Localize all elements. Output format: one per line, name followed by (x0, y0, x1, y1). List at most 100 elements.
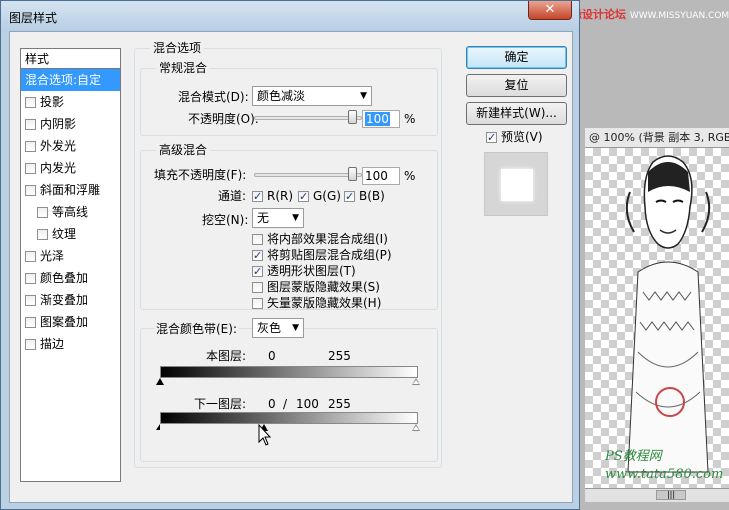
scrollbar-thumb[interactable]: ||| (656, 490, 686, 500)
style-item-label: 颜色叠加 (40, 271, 89, 285)
knockout-value: 无 (257, 211, 270, 225)
style-item-label: 等高线 (52, 205, 89, 219)
style-item-9[interactable]: 颜色叠加 (21, 267, 120, 289)
preview-label: 预览(V) (501, 130, 543, 144)
this-layer-gradient-bar[interactable] (160, 366, 418, 378)
style-item-label: 图案叠加 (40, 315, 89, 329)
checkbox-icon (252, 297, 263, 309)
channel-g-checkbox[interactable]: G(G) (298, 188, 341, 205)
advanced-option-2[interactable]: 透明形状图层(T) (252, 263, 356, 280)
blend-mode-select[interactable]: 颜色减淡 ▼ (252, 86, 372, 106)
style-item-5[interactable]: 斜面和浮雕 (21, 179, 120, 201)
blend-mode-label: 混合模式(D): (178, 90, 249, 104)
style-item-checkbox[interactable] (25, 250, 36, 262)
chevron-down-icon: ▼ (292, 323, 299, 333)
fill-opacity-unit: % (404, 169, 416, 183)
style-item-checkbox[interactable] (37, 228, 48, 240)
advanced-blending-title: 高级混合 (156, 143, 211, 157)
style-item-0[interactable]: 混合选项:自定 (21, 69, 120, 91)
style-item-checkbox[interactable] (25, 338, 36, 350)
watermark-bottom: PS教程网 www.tata580.com (605, 449, 724, 482)
style-item-checkbox[interactable] (25, 96, 36, 108)
style-item-checkbox[interactable] (25, 316, 36, 328)
style-item-checkbox[interactable] (25, 140, 36, 152)
style-item-checkbox[interactable] (25, 118, 36, 130)
advanced-option-0[interactable]: 将内部效果混合成组(I) (252, 231, 388, 247)
opacity-slider-thumb[interactable] (348, 110, 357, 124)
close-icon: ✕ (544, 2, 556, 17)
this-layer-white-slider[interactable] (412, 378, 420, 385)
underlying-separator: / (283, 397, 288, 411)
channel-r-checkbox[interactable]: R(R) (252, 188, 293, 205)
style-item-checkbox[interactable] (25, 272, 36, 284)
dialog-title-bar[interactable]: 图层样式 ✕ (1, 1, 579, 31)
preview-swatch (484, 152, 548, 216)
checkbox-checked-icon (486, 130, 497, 146)
style-item-10[interactable]: 渐变叠加 (21, 289, 120, 311)
preview-checkbox[interactable]: 预览(V) (486, 129, 543, 146)
style-item-2[interactable]: 内阴影 (21, 113, 120, 135)
this-layer-black-slider[interactable] (156, 378, 164, 385)
style-item-12[interactable]: 描边 (21, 333, 120, 355)
general-blending-title: 常规混合 (156, 61, 211, 75)
style-item-3[interactable]: 外发光 (21, 135, 120, 157)
style-item-11[interactable]: 图案叠加 (21, 311, 120, 333)
opacity-label: 不透明度(O): (188, 112, 259, 126)
style-item-checkbox[interactable] (25, 184, 36, 196)
advanced-option-label: 矢量蒙版隐藏效果(H) (267, 296, 382, 310)
style-item-checkbox[interactable] (25, 294, 36, 306)
opacity-input[interactable]: 100 (362, 110, 400, 128)
knockout-select[interactable]: 无 ▼ (252, 208, 304, 228)
dialog-client-area: 样式 混合选项:自定投影 内阴影 外发光内发光斜面和浮雕等高线纹理光泽颜色叠加渐变叠… (9, 31, 573, 503)
style-item-checkbox[interactable] (37, 206, 48, 218)
chevron-down-icon: ▼ (360, 91, 367, 101)
dialog-title: 图层样式 (9, 11, 58, 25)
underlying-white-slider[interactable] (412, 424, 420, 431)
style-list-header[interactable]: 样式 (21, 49, 120, 69)
advanced-option-4[interactable]: 矢量蒙版隐藏效果(H) (252, 295, 381, 311)
advanced-option-label: 图层蒙版隐藏效果(S) (267, 280, 380, 294)
style-item-4[interactable]: 内发光 (21, 157, 120, 179)
sketch-portrait-image (625, 155, 711, 473)
channels-label: 通道: (218, 189, 247, 203)
style-item-7[interactable]: 纹理 (21, 223, 120, 245)
advanced-option-1[interactable]: 将剪贴图层混合成组(P) (252, 247, 392, 264)
style-item-8[interactable]: 光泽 (21, 245, 120, 267)
reset-button[interactable]: 复位 (466, 74, 567, 97)
blend-if-group (140, 328, 438, 462)
style-item-6[interactable]: 等高线 (21, 201, 120, 223)
mouse-cursor-icon (258, 424, 272, 446)
underlying-black-left-slider[interactable] (156, 424, 160, 430)
fill-opacity-value: 100 (365, 169, 388, 183)
style-item-label: 内发光 (40, 161, 77, 175)
ok-button[interactable]: 确定 (466, 46, 567, 69)
checkbox-checked-icon (298, 189, 309, 205)
checkbox-icon (252, 233, 263, 245)
style-item-checkbox[interactable] (25, 162, 36, 174)
fill-opacity-input[interactable]: 100 (362, 167, 400, 185)
new-style-button[interactable]: 新建样式(W)... (466, 102, 567, 125)
this-layer-label: 本图层: (206, 349, 247, 363)
underlying-layer-gradient-bar[interactable] (160, 412, 418, 424)
blend-if-select[interactable]: 灰色 ▼ (252, 318, 304, 338)
style-item-label: 渐变叠加 (40, 293, 89, 307)
fill-opacity-slider-thumb[interactable] (348, 167, 357, 181)
underlying-low-value: 0 (268, 397, 276, 411)
underlying-split-value: 100 (296, 397, 319, 411)
checkbox-icon (252, 281, 263, 293)
style-item-label: 混合选项:自定 (25, 73, 102, 87)
advanced-option-3[interactable]: 图层蒙版隐藏效果(S) (252, 279, 380, 295)
advanced-option-label: 透明形状图层(T) (267, 264, 356, 278)
style-item-1[interactable]: 投影 (21, 91, 120, 113)
close-button[interactable]: ✕ (528, 1, 572, 20)
style-item-label: 描边 (40, 337, 65, 351)
fill-opacity-slider-track[interactable] (254, 173, 362, 177)
watermark-top: 思缘设计论坛 WWW.MISSYUAN.COM (560, 8, 729, 21)
document-tab-title[interactable]: @ 100% (背景 副本 3, RGB (585, 128, 729, 148)
checkbox-checked-icon (252, 189, 263, 205)
this-layer-high-value: 255 (328, 349, 351, 363)
opacity-slider-track[interactable] (254, 116, 362, 120)
blend-mode-value: 颜色减淡 (257, 89, 306, 103)
channel-b-checkbox[interactable]: B(B) (344, 188, 385, 205)
style-item-label: 光泽 (40, 249, 65, 263)
